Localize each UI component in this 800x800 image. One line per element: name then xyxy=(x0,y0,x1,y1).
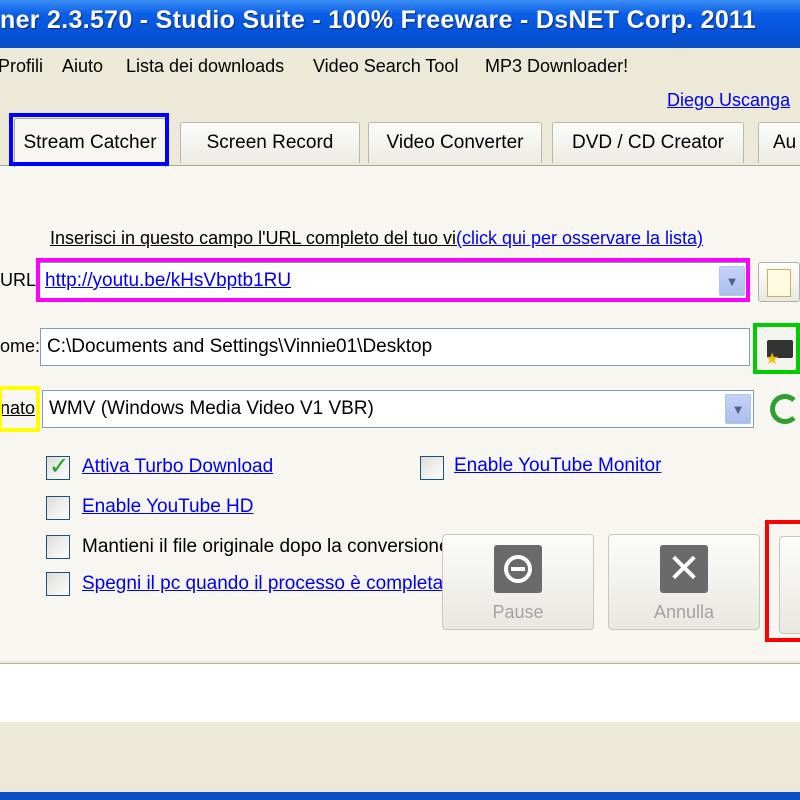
window-bottom-border xyxy=(0,792,800,800)
chevron-down-icon[interactable]: ▼ xyxy=(725,394,751,424)
youtube-hd-label[interactable]: Enable YouTube HD xyxy=(82,496,253,518)
tab-screen-record[interactable]: Screen Record xyxy=(180,122,360,163)
menu-aiuto[interactable]: Aiuto xyxy=(62,56,103,77)
star-icon: ★ xyxy=(765,351,780,368)
path-value: C:\Documents and Settings\Vinnie01\Deskt… xyxy=(47,336,433,357)
url-value: http://youtu.be/kHsVbptb1RU xyxy=(45,270,292,291)
menu-bar: Profili Aiuto Lista dei downloads Video … xyxy=(0,50,800,84)
browse-folder-button[interactable]: ★ xyxy=(753,323,800,374)
menu-mp3-downloader[interactable]: MP3 Downloader! xyxy=(485,56,628,77)
cancel-label: Annulla xyxy=(653,602,715,622)
shutdown-pc-label[interactable]: Spegni il pc quando il processo è comple… xyxy=(82,573,443,595)
chevron-down-icon[interactable]: ▼ xyxy=(719,266,745,296)
menu-downloads-list[interactable]: Lista dei downloads xyxy=(126,56,284,77)
tab-label: Screen Record xyxy=(206,132,334,153)
tab-label: Video Converter xyxy=(386,132,524,153)
youtube-monitor-checkbox[interactable] xyxy=(420,456,444,480)
pause-button[interactable]: Pause xyxy=(442,534,594,630)
keep-original-label: Mantieni il file originale dopo la conve… xyxy=(82,536,450,557)
tab-video-converter[interactable]: Video Converter xyxy=(368,122,542,163)
keep-original-checkbox[interactable] xyxy=(46,535,70,559)
tab-stream-catcher[interactable]: Stream Catcher xyxy=(14,118,166,167)
refresh-icon[interactable] xyxy=(770,394,800,424)
menu-video-search-tool[interactable]: Video Search Tool xyxy=(313,56,458,77)
tab-label: Stream Catcher xyxy=(23,132,157,153)
path-label: ome: xyxy=(0,336,41,356)
start-button-face xyxy=(779,536,800,634)
youtube-hd-checkbox[interactable] xyxy=(46,496,70,520)
start-button[interactable] xyxy=(765,520,800,642)
checkmark-icon: ✓ xyxy=(49,453,70,480)
menu-profili[interactable]: Profili xyxy=(0,56,43,77)
paste-button[interactable] xyxy=(758,262,800,302)
author-link[interactable]: Diego Uscanga xyxy=(667,90,790,111)
url-combobox[interactable]: http://youtu.be/kHsVbptb1RU ▼ xyxy=(38,262,748,300)
youtube-monitor-label[interactable]: Enable YouTube Monitor xyxy=(454,455,661,477)
show-list-link[interactable]: (click qui per osservare la lista) xyxy=(456,228,703,248)
turbo-download-checkbox[interactable]: ✓ xyxy=(46,453,70,480)
output-folder-field[interactable]: C:\Documents and Settings\Vinnie01\Deskt… xyxy=(40,328,750,366)
url-instructions: Inserisci in questo campo l'URL completo… xyxy=(50,228,703,249)
url-label: URL xyxy=(0,270,37,290)
shutdown-pc-checkbox[interactable] xyxy=(46,572,70,596)
window-title: ner 2.3.570 - Studio Suite - 100% Freewa… xyxy=(0,6,757,34)
status-log-area xyxy=(0,663,800,722)
pause-label: Pause xyxy=(492,602,544,622)
turbo-download-label[interactable]: Attiva Turbo Download xyxy=(82,456,273,478)
tab-label: DVD / CD Creator xyxy=(571,132,725,153)
close-icon: ✕ xyxy=(660,545,708,593)
cancel-button[interactable]: ✕ Annulla xyxy=(608,534,760,630)
clipboard-icon xyxy=(767,269,791,297)
pause-icon xyxy=(494,545,542,593)
tab-audio[interactable]: Au xyxy=(758,122,800,163)
format-label: nato xyxy=(0,398,36,418)
instructions-text: Inserisci in questo campo l'URL completo… xyxy=(50,228,456,248)
title-bar: ner 2.3.570 - Studio Suite - 100% Freewa… xyxy=(0,0,800,48)
tab-dvd-cd-creator[interactable]: DVD / CD Creator xyxy=(552,122,744,163)
format-select[interactable]: WMV (Windows Media Video V1 VBR) ▼ xyxy=(42,390,754,428)
format-value: WMV (Windows Media Video V1 VBR) xyxy=(49,398,374,419)
tab-label: Au xyxy=(773,132,797,153)
